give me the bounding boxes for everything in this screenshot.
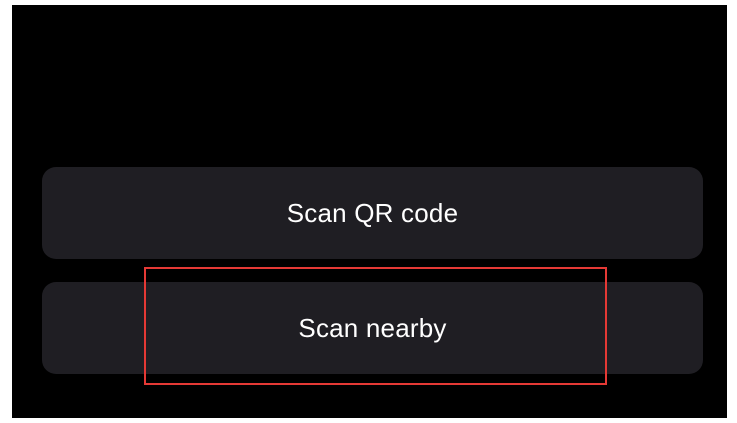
- scan-qr-code-label: Scan QR code: [286, 197, 459, 228]
- scan-qr-code-button[interactable]: Scan QR code: [42, 167, 703, 259]
- app-screen: Scan QR code Scan nearby: [12, 5, 727, 418]
- scan-nearby-label: Scan nearby: [298, 312, 447, 343]
- scan-nearby-button[interactable]: Scan nearby: [42, 282, 703, 374]
